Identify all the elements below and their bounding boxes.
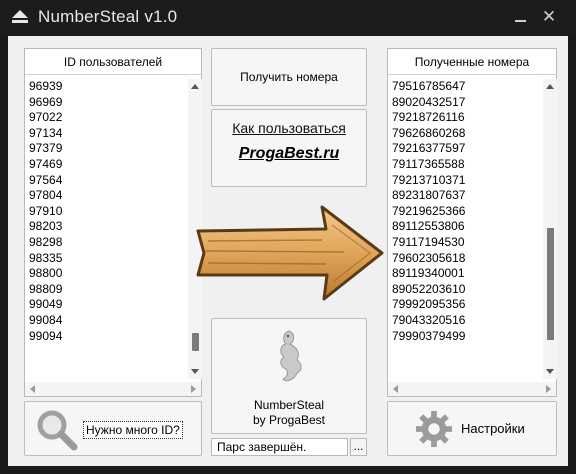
scroll-up-icon[interactable] (546, 84, 554, 89)
app-by: by ProgaBest (252, 413, 326, 427)
numbers-vscroll[interactable] (543, 79, 557, 379)
logo-box: NumberSteal by ProgaBest (211, 318, 367, 434)
scroll-down-icon[interactable] (546, 369, 554, 374)
help-box: Как пользоваться ProgaBest.ru (211, 109, 367, 187)
list-item[interactable]: 98203 (25, 219, 185, 235)
scroll-down-icon[interactable] (191, 369, 199, 374)
list-item[interactable]: 98800 (25, 266, 185, 282)
list-item[interactable]: 99084 (25, 313, 185, 329)
list-item[interactable]: 97379 (25, 141, 185, 157)
list-item[interactable]: 79990379499 (388, 329, 540, 345)
list-item[interactable]: 98298 (25, 235, 185, 251)
settings-label: Настройки (461, 421, 525, 436)
list-item[interactable]: 79218726116 (388, 110, 540, 126)
settings-button[interactable]: Настройки (387, 401, 557, 456)
list-item[interactable]: 79626860268 (388, 126, 540, 142)
list-item[interactable]: 96969 (25, 95, 185, 111)
list-item[interactable]: 97022 (25, 110, 185, 126)
arrow-right-icon (196, 205, 384, 301)
get-numbers-button[interactable]: Получить номера (211, 48, 367, 106)
list-item[interactable]: 89112553806 (388, 219, 540, 235)
scroll-right-icon[interactable] (191, 385, 196, 393)
list-item[interactable]: 96939 (25, 79, 185, 95)
scroll-left-icon[interactable] (30, 385, 35, 393)
numbers-header: Полученные номера (388, 49, 556, 75)
list-item[interactable]: 97134 (25, 126, 185, 142)
close-icon[interactable]: ✕ (540, 7, 558, 27)
status-field: Парс завершён. (211, 438, 348, 456)
title-bar: NumberSteal v1.0 ✕ (0, 0, 576, 36)
scroll-thumb[interactable] (547, 227, 554, 340)
list-item[interactable]: 99049 (25, 297, 185, 313)
list-item[interactable]: 79219625366 (388, 204, 540, 220)
list-item[interactable]: 97804 (25, 188, 185, 204)
user-ids-hscroll[interactable] (25, 382, 201, 396)
client-area: ID пользователей 96939 96969 97022 97134 973… (8, 36, 568, 466)
list-item[interactable]: 89020432517 (388, 95, 540, 111)
list-item[interactable]: 97469 (25, 157, 185, 173)
list-item[interactable]: 98809 (25, 282, 185, 298)
dots-button[interactable]: ... (350, 438, 367, 456)
window-title: NumberSteal v1.0 (38, 7, 178, 26)
minimize-icon[interactable] (512, 6, 530, 28)
list-item[interactable]: 79117365588 (388, 157, 540, 173)
get-numbers-label: Получить номера (240, 70, 338, 84)
numbers-list[interactable]: 79516785647 89020432517 79218726116 7962686… (388, 79, 540, 379)
list-item[interactable]: 98335 (25, 251, 185, 267)
list-item[interactable]: 79992095356 (388, 297, 540, 313)
list-item[interactable]: 79043320516 (388, 313, 540, 329)
list-item[interactable]: 99094 (25, 329, 185, 345)
list-item[interactable]: 79216377597 (388, 141, 540, 157)
list-item[interactable]: 79516785647 (388, 79, 540, 95)
site-link[interactable]: ProgaBest.ru (212, 145, 366, 163)
list-item[interactable]: 89231807637 (388, 188, 540, 204)
user-ids-list[interactable]: 96939 96969 97022 97134 97379 97469 97564 97804… (25, 79, 185, 379)
scroll-up-icon[interactable] (191, 84, 199, 89)
numbers-hscroll[interactable] (388, 382, 556, 396)
list-item[interactable]: 97564 (25, 173, 185, 189)
numbers-panel: Полученные номера 79516785647 89020432517… (387, 48, 557, 397)
gear-icon (415, 410, 453, 448)
app-name: NumberSteal (253, 398, 325, 412)
user-ids-header: ID пользователей (25, 49, 201, 75)
scroll-thumb[interactable] (192, 332, 199, 351)
need-many-ids-button[interactable]: Нужно много ID? (83, 421, 183, 439)
eject-icon (12, 10, 28, 23)
list-item[interactable]: 89119340001 (388, 266, 540, 282)
how-to-link[interactable]: Как пользоваться (212, 120, 366, 136)
scroll-left-icon[interactable] (393, 385, 398, 393)
magnifier-icon[interactable] (35, 408, 79, 452)
list-item[interactable]: 79602305618 (388, 251, 540, 267)
list-item[interactable]: 79117194530 (388, 235, 540, 251)
lizard-logo-icon (280, 330, 302, 382)
list-item[interactable]: 79213710371 (388, 173, 540, 189)
list-item[interactable]: 89052203610 (388, 282, 540, 298)
scroll-right-icon[interactable] (546, 385, 551, 393)
need-many-ids-box: Нужно много ID? (24, 401, 202, 456)
list-item[interactable]: 97910 (25, 204, 185, 220)
user-ids-panel: ID пользователей 96939 96969 97022 97134 973… (24, 48, 202, 397)
